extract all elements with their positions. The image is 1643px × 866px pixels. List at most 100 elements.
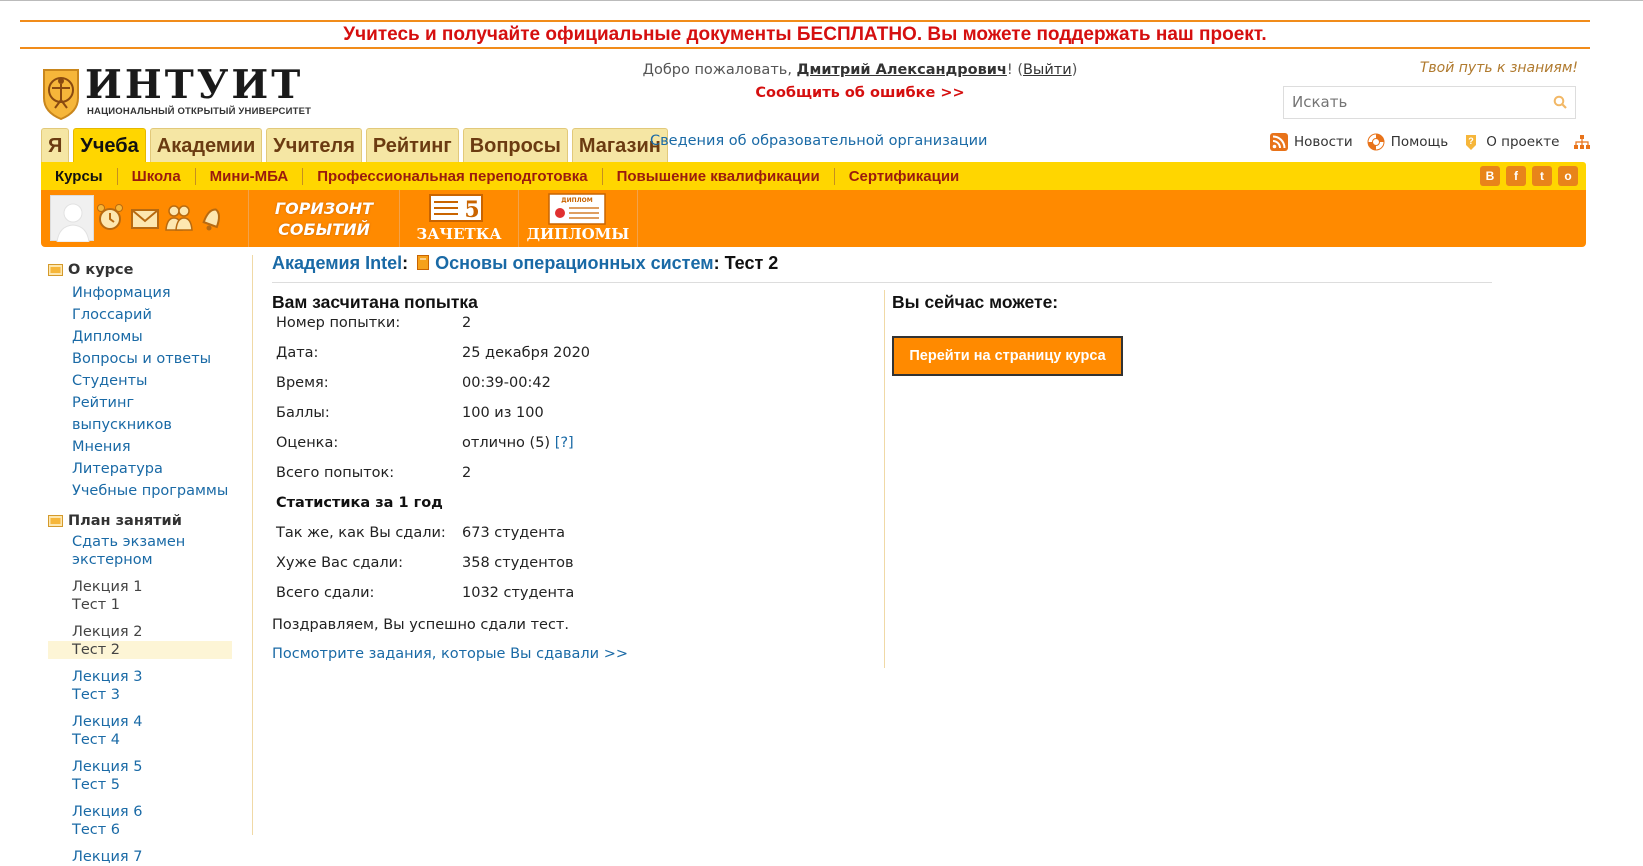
test-3-link[interactable]: Тест 3	[72, 686, 238, 704]
content-divider	[884, 290, 885, 668]
result-key: Всего попыток:	[276, 465, 395, 481]
alarm-clock-icon[interactable]	[94, 201, 126, 233]
lesson-7: Лекция 7	[72, 848, 238, 866]
subnav-courses[interactable]: Курсы	[51, 168, 117, 185]
congrats-message: Поздравляем, Вы успешно сдали тест.	[272, 617, 569, 633]
search-icon[interactable]	[1553, 95, 1567, 109]
horizon-events-button[interactable]: ГОРИЗОНТ СОБЫТИЙ	[249, 190, 399, 247]
test-5-link[interactable]: Тест 5	[72, 776, 238, 794]
header-right-links: Новости Помощь ? О проекте	[1270, 133, 1611, 151]
lecture-6-link[interactable]: Лекция 6	[72, 803, 238, 821]
about-link[interactable]: ? О проекте	[1462, 133, 1559, 151]
search-box[interactable]	[1283, 86, 1576, 119]
grade-help-link[interactable]: [?]	[555, 435, 574, 451]
folder-icon	[48, 264, 63, 276]
promo-banner[interactable]: Учитесь и получайте официальные документ…	[20, 20, 1590, 49]
lecture-3-link[interactable]: Лекция 3	[72, 668, 238, 686]
test-1-link[interactable]: Тест 1	[72, 596, 238, 614]
stats-value: 358 студентов	[462, 555, 574, 571]
go-to-course-button[interactable]: Перейти на страницу курса	[892, 336, 1123, 376]
friends-icon[interactable]	[163, 201, 195, 233]
test-6-link[interactable]: Тест 6	[72, 821, 238, 839]
mail-icon[interactable]	[129, 201, 161, 233]
grade-value: отлично (5)	[462, 435, 551, 451]
lesson-5: Лекция 5 Тест 5	[72, 758, 238, 794]
about-label: О проекте	[1486, 134, 1560, 150]
lecture-5-link[interactable]: Лекция 5	[72, 758, 238, 776]
stats-title: Статистика за 1 год	[276, 495, 443, 511]
about-course-heading[interactable]: О курсе	[48, 262, 238, 278]
tab-teachers[interactable]: Учителя	[266, 128, 362, 162]
sidebar-item-glossary[interactable]: Глоссарий	[72, 304, 238, 326]
sidebar-item-literature[interactable]: Литература	[72, 458, 238, 480]
odnoklassniki-icon[interactable]: о	[1558, 166, 1578, 186]
tab-me[interactable]: Я	[41, 128, 70, 162]
sidebar-item-diplomas[interactable]: Дипломы	[72, 326, 238, 348]
tab-questions[interactable]: Вопросы	[462, 128, 568, 162]
result-value: 00:39-00:42	[462, 375, 551, 391]
view-tasks-link[interactable]: Посмотрите задания, которые Вы сдавали >…	[272, 646, 628, 662]
info-lamp-icon: ?	[1466, 135, 1477, 150]
record-book-button[interactable]: 5 ЗАЧЕТКА	[400, 190, 518, 247]
subnav-school[interactable]: Школа	[116, 167, 195, 185]
intuit-logo[interactable]: ИНТУИТ НАЦИОНАЛЬНЫЙ ОТКРЫТЫЙ УНИВЕРСИТЕТ	[41, 63, 317, 125]
vk-icon[interactable]: В	[1480, 166, 1500, 186]
news-link[interactable]: Новости	[1270, 133, 1353, 151]
sidebar-item-info[interactable]: Информация	[72, 282, 238, 304]
exam-externally-line2[interactable]: экстерном	[72, 551, 238, 569]
tab-rating[interactable]: Рейтинг	[365, 128, 459, 162]
breadcrumb-current: : Тест 2	[713, 253, 779, 273]
diplomas-button[interactable]: ДИПЛОМ ДИПЛОМЫ	[519, 190, 637, 247]
result-key: Баллы:	[276, 405, 330, 421]
search-input[interactable]	[1284, 87, 1524, 117]
subnav-retraining[interactable]: Профессиональная переподготовка	[302, 167, 601, 185]
diploma-small-label: ДИПЛОМ	[561, 197, 592, 204]
lesson-plan-heading[interactable]: План занятий	[48, 513, 238, 529]
twitter-icon[interactable]: t	[1532, 166, 1552, 186]
test-4-link[interactable]: Тест 4	[72, 731, 238, 749]
facebook-icon[interactable]: f	[1506, 166, 1526, 186]
result-key: Дата:	[276, 345, 319, 361]
subnav-mini-mba[interactable]: Мини-МБА	[194, 167, 303, 185]
breadcrumb-course-link[interactable]: Основы операционных систем	[435, 253, 713, 273]
sidebar-item-students[interactable]: Студенты	[72, 370, 238, 392]
lecture-2-link[interactable]: Лекция 2	[72, 623, 238, 641]
sidebar-item-graduates-rating[interactable]: Рейтинг выпускников	[72, 392, 238, 436]
exam-externally[interactable]: Сдать экзамен экстерном	[72, 533, 238, 569]
svg-text:?: ?	[1468, 136, 1474, 146]
record-book-label: ЗАЧЕТКА	[416, 225, 502, 243]
result-value: 25 декабря 2020	[462, 345, 591, 361]
subnav-certifications[interactable]: Сертификации	[833, 167, 974, 185]
sidebar-item-opinions[interactable]: Мнения	[72, 436, 238, 458]
breadcrumb-underline	[272, 282, 1492, 283]
breadcrumb-academy-link[interactable]: Академия Intel	[272, 253, 402, 273]
subnav-qualification[interactable]: Повышение квалификации	[601, 167, 834, 185]
stats-key: Хуже Вас сдали:	[276, 555, 403, 571]
lecture-1-link[interactable]: Лекция 1	[72, 578, 238, 596]
user-name-link[interactable]: Дмитрий Александрович	[797, 62, 1007, 78]
record-book-icon: 5	[429, 194, 483, 223]
about-course-heading-label: О курсе	[68, 262, 134, 278]
avatar[interactable]	[50, 195, 94, 243]
logout-link[interactable]: Выйти	[1023, 62, 1072, 78]
org-info-link[interactable]: Сведения об образовательной организации	[650, 133, 987, 149]
logo-subtitle: НАЦИОНАЛЬНЫЙ ОТКРЫТЫЙ УНИВЕРСИТЕТ	[87, 106, 312, 117]
actions-title: Вы сейчас можете:	[892, 292, 1059, 312]
lecture-4-link[interactable]: Лекция 4	[72, 713, 238, 731]
course-sidebar: О курсе Информация Глоссарий Дипломы Воп…	[48, 262, 238, 866]
help-link[interactable]: Помощь	[1367, 133, 1449, 151]
sitemap-link[interactable]	[1573, 133, 1597, 151]
tab-academies[interactable]: Академии	[149, 128, 263, 162]
tab-study[interactable]: Учеба	[73, 128, 146, 162]
exam-externally-line1[interactable]: Сдать экзамен	[72, 533, 238, 551]
book-icon	[417, 255, 430, 270]
sidebar-item-faq[interactable]: Вопросы и ответы	[72, 348, 238, 370]
result-key: Номер попытки:	[276, 315, 401, 331]
test-2-current[interactable]: Тест 2	[48, 641, 232, 659]
bell-icon[interactable]	[197, 201, 229, 233]
sidebar-item-programs[interactable]: Учебные программы	[72, 480, 238, 502]
lesson-1: Лекция 1 Тест 1	[72, 578, 238, 614]
lecture-7-link[interactable]: Лекция 7	[72, 848, 238, 866]
help-label: Помощь	[1390, 134, 1449, 150]
report-error-link[interactable]: Сообщить об ошибке >>	[500, 85, 1220, 101]
